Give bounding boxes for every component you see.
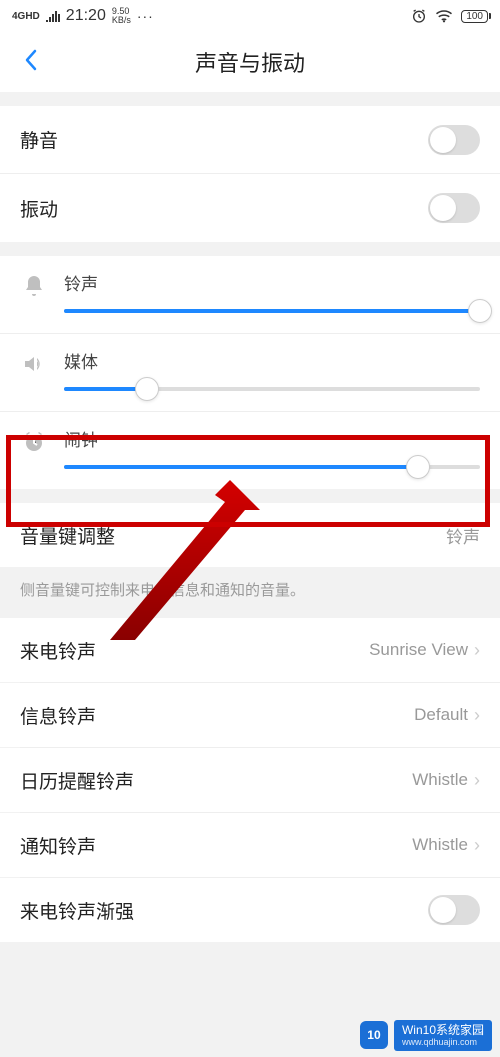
nav-header: 声音与振动 xyxy=(0,32,500,92)
volume-key-value: 铃声 xyxy=(446,523,480,548)
network-indicator: 4GHD xyxy=(12,11,40,22)
chevron-right-icon: › xyxy=(474,835,480,856)
watermark-text: Win10系统家园 www.qdhuajin.com xyxy=(394,1020,492,1051)
vibrate-row[interactable]: 振动 xyxy=(0,174,500,242)
message-ringtone-label: 信息铃声 xyxy=(20,702,96,729)
media-volume-row: 媒体 xyxy=(0,334,500,412)
chevron-left-icon xyxy=(24,49,38,71)
watermark-badge: 10 xyxy=(360,1021,388,1049)
vibrate-toggle[interactable] xyxy=(428,193,480,223)
incoming-ringtone-value: Sunrise View xyxy=(369,640,468,660)
back-button[interactable] xyxy=(16,43,46,82)
calendar-ringtone-row[interactable]: 日历提醒铃声 Whistle › xyxy=(0,748,500,812)
ringtone-slider-label: 铃声 xyxy=(64,270,480,295)
vibrate-label: 振动 xyxy=(20,195,58,222)
message-ringtone-value: Default xyxy=(414,705,468,725)
status-bar: 4GHD 21:20 9.50KB/s ··· 100 xyxy=(0,0,500,32)
data-speed: 9.50KB/s xyxy=(112,7,131,25)
volume-key-row[interactable]: 音量键调整 铃声 xyxy=(0,503,500,567)
clock-time: 21:20 xyxy=(66,7,106,25)
volume-key-label: 音量键调整 xyxy=(20,522,115,549)
calendar-ringtone-label: 日历提醒铃声 xyxy=(20,767,134,794)
alarm-slider-label: 闹钟 xyxy=(64,426,480,451)
notification-ringtone-label: 通知铃声 xyxy=(20,832,96,859)
alarm-clock-icon xyxy=(20,430,48,454)
chevron-right-icon: › xyxy=(474,640,480,661)
notification-ringtone-row[interactable]: 通知铃声 Whistle › xyxy=(0,813,500,877)
media-slider[interactable] xyxy=(64,387,480,391)
speaker-icon xyxy=(20,352,48,376)
chevron-right-icon: › xyxy=(474,770,480,791)
mute-row[interactable]: 静音 xyxy=(0,106,500,174)
chevron-right-icon: › xyxy=(474,705,480,726)
mute-toggle[interactable] xyxy=(428,125,480,155)
alarm-icon xyxy=(411,8,427,24)
crescendo-row[interactable]: 来电铃声渐强 xyxy=(0,878,500,942)
ringtone-slider[interactable] xyxy=(64,309,480,313)
incoming-ringtone-label: 来电铃声 xyxy=(20,637,96,664)
bell-icon xyxy=(20,274,48,298)
page-title: 声音与振动 xyxy=(195,46,305,78)
media-slider-label: 媒体 xyxy=(64,348,480,373)
mute-label: 静音 xyxy=(20,126,58,153)
incoming-ringtone-row[interactable]: 来电铃声 Sunrise View › xyxy=(0,618,500,682)
wifi-icon xyxy=(435,9,453,23)
crescendo-toggle[interactable] xyxy=(428,895,480,925)
more-icon: ··· xyxy=(137,8,154,24)
message-ringtone-row[interactable]: 信息铃声 Default › xyxy=(0,683,500,747)
watermark: 10 Win10系统家园 www.qdhuajin.com xyxy=(360,1020,492,1051)
crescendo-label: 来电铃声渐强 xyxy=(20,897,134,924)
alarm-volume-row: 闹钟 xyxy=(0,412,500,489)
alarm-slider[interactable] xyxy=(64,465,480,469)
ringtone-volume-row: 铃声 xyxy=(0,256,500,334)
notification-ringtone-value: Whistle xyxy=(412,835,468,855)
volume-key-description: 侧音量键可控制来电、信息和通知的音量。 xyxy=(0,567,500,618)
signal-icon xyxy=(46,10,60,22)
battery-indicator: 100 xyxy=(461,10,488,23)
calendar-ringtone-value: Whistle xyxy=(412,770,468,790)
